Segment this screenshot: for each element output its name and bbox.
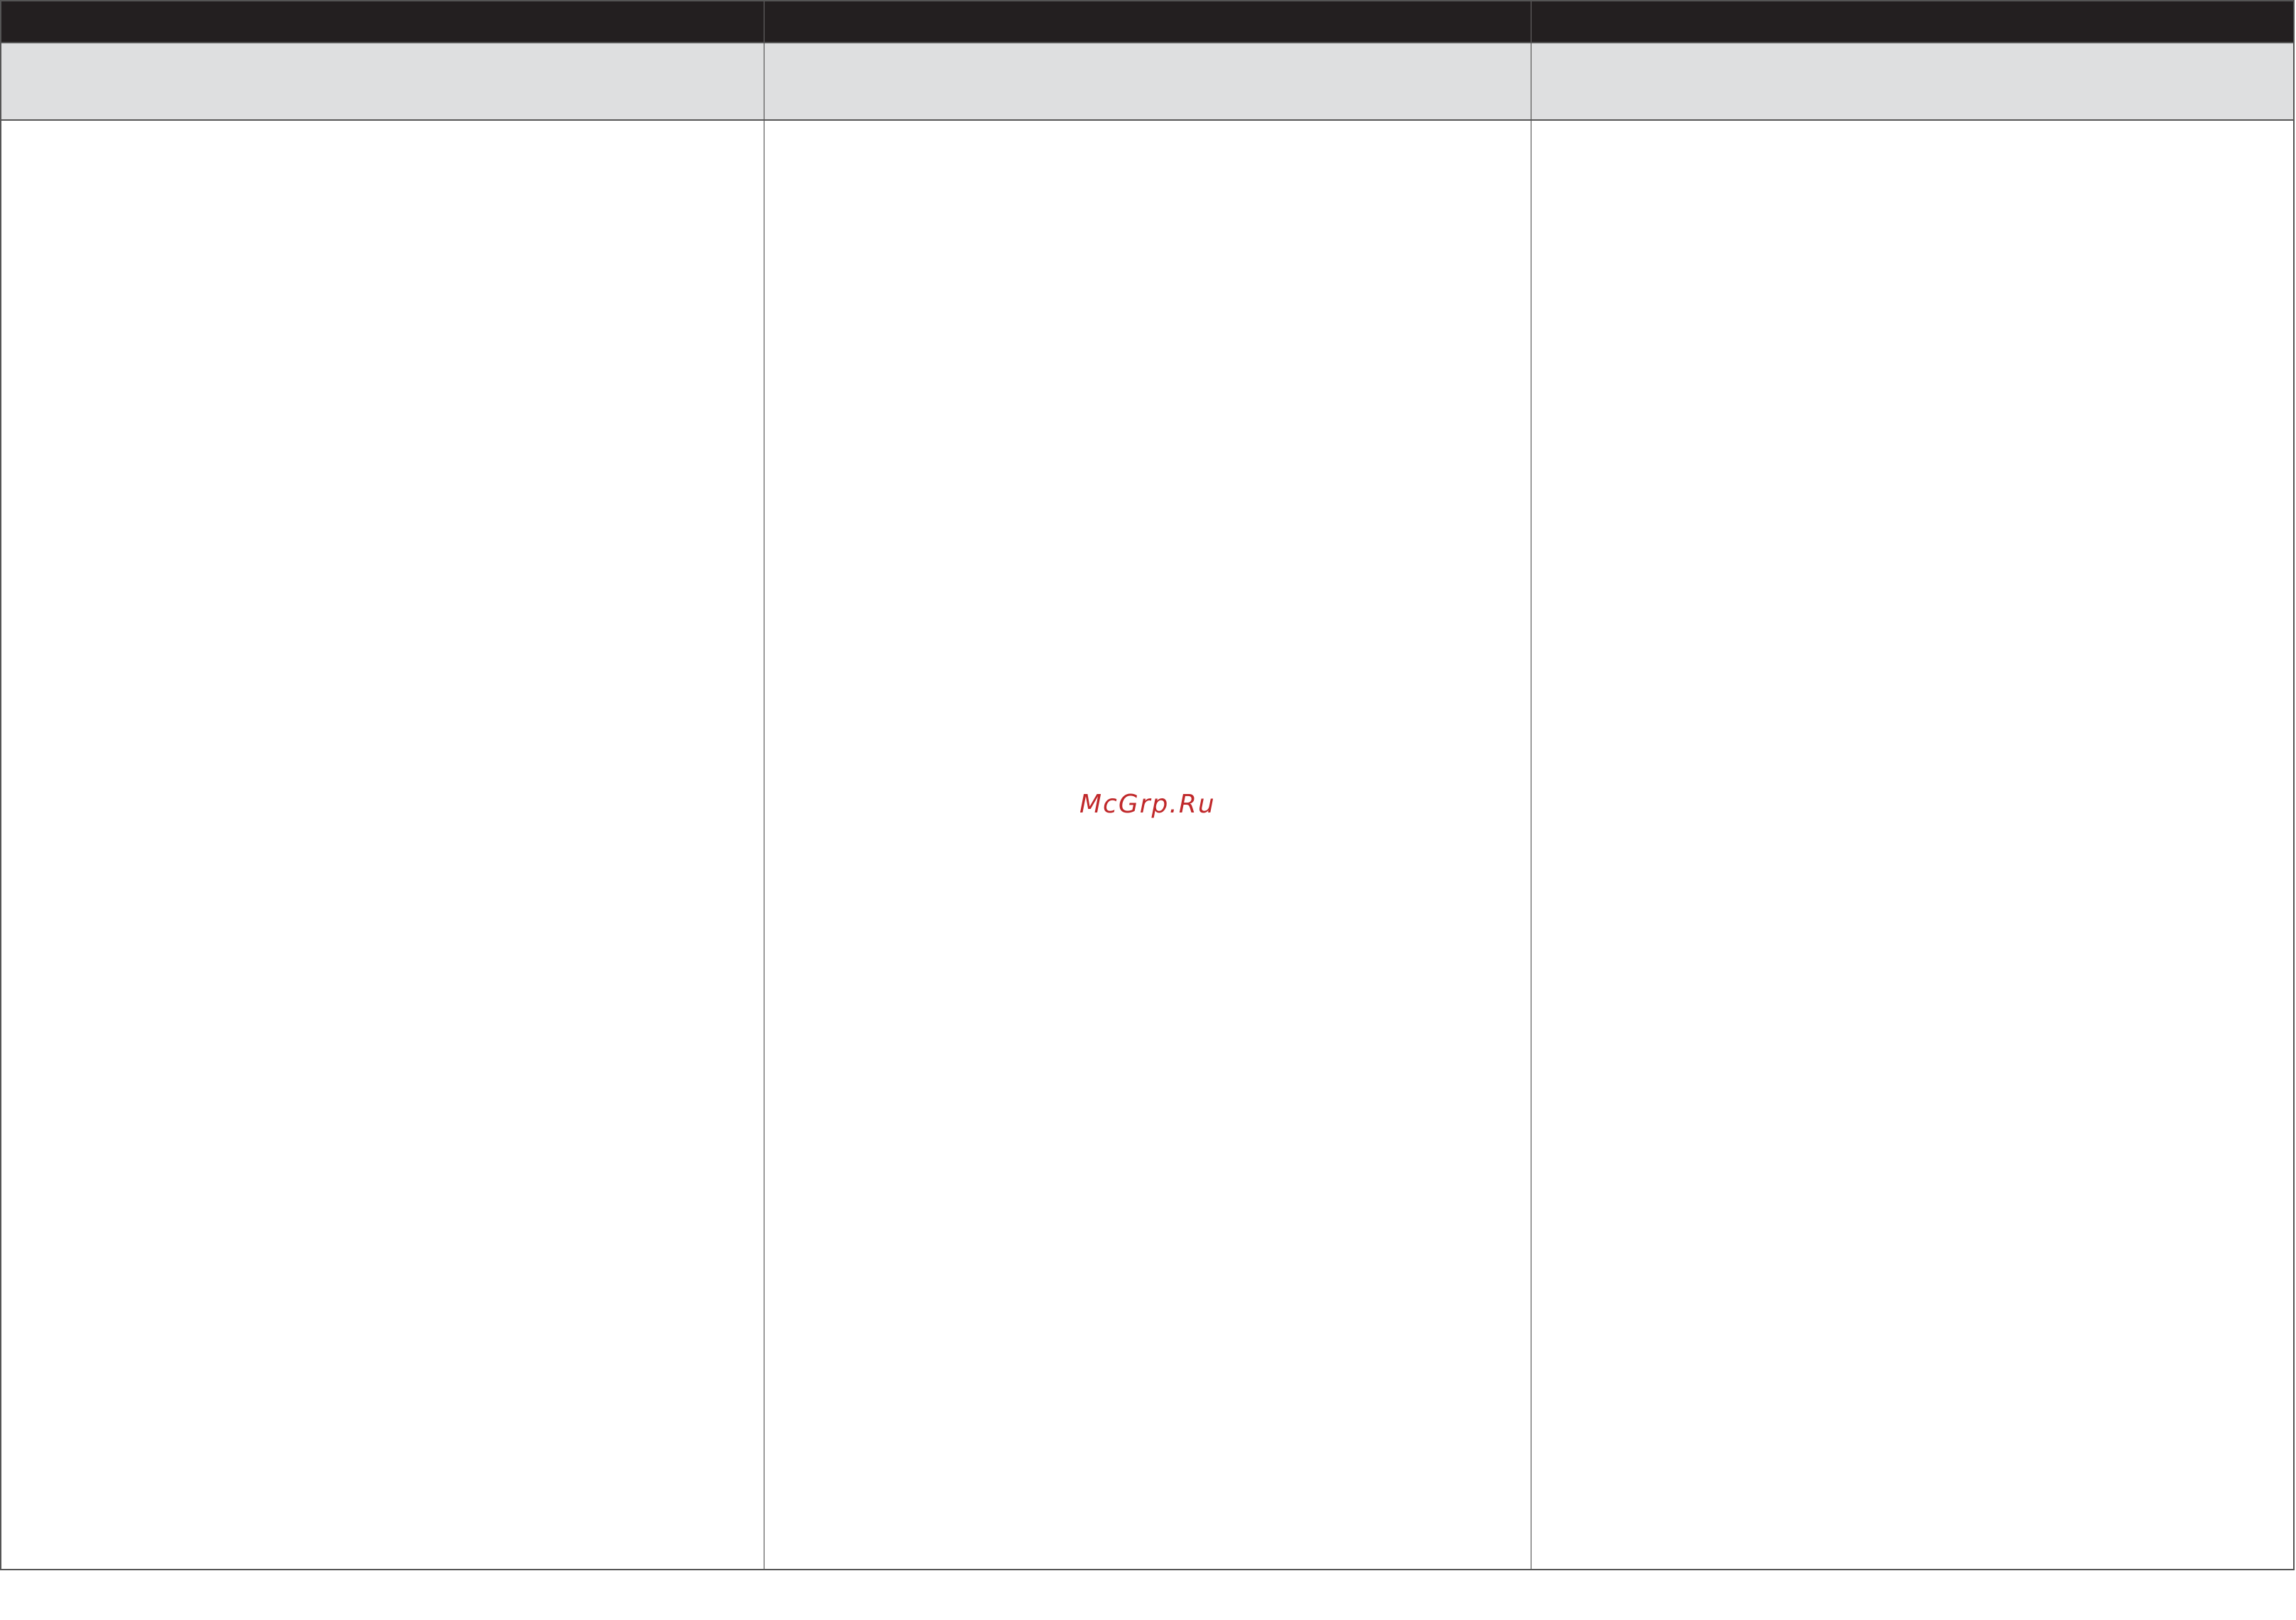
body-cell-3 — [1532, 121, 2293, 1569]
header-cell-1 — [1, 1, 765, 42]
table-body-row — [1, 121, 2293, 1569]
document-page: McGrp.Ru — [0, 0, 2296, 1620]
subheader-cell-3 — [1532, 43, 2293, 119]
header-cell-2 — [765, 1, 1532, 42]
watermark-text: McGrp.Ru — [1079, 790, 1216, 819]
subheader-cell-1 — [1, 43, 765, 119]
body-cell-2 — [765, 121, 1532, 1569]
subheader-cell-2 — [765, 43, 1532, 119]
three-column-table — [0, 0, 2295, 1570]
table-header-band — [1, 1, 2293, 42]
table-subheader-band — [1, 42, 2293, 121]
header-cell-3 — [1532, 1, 2293, 42]
body-cell-1 — [1, 121, 765, 1569]
